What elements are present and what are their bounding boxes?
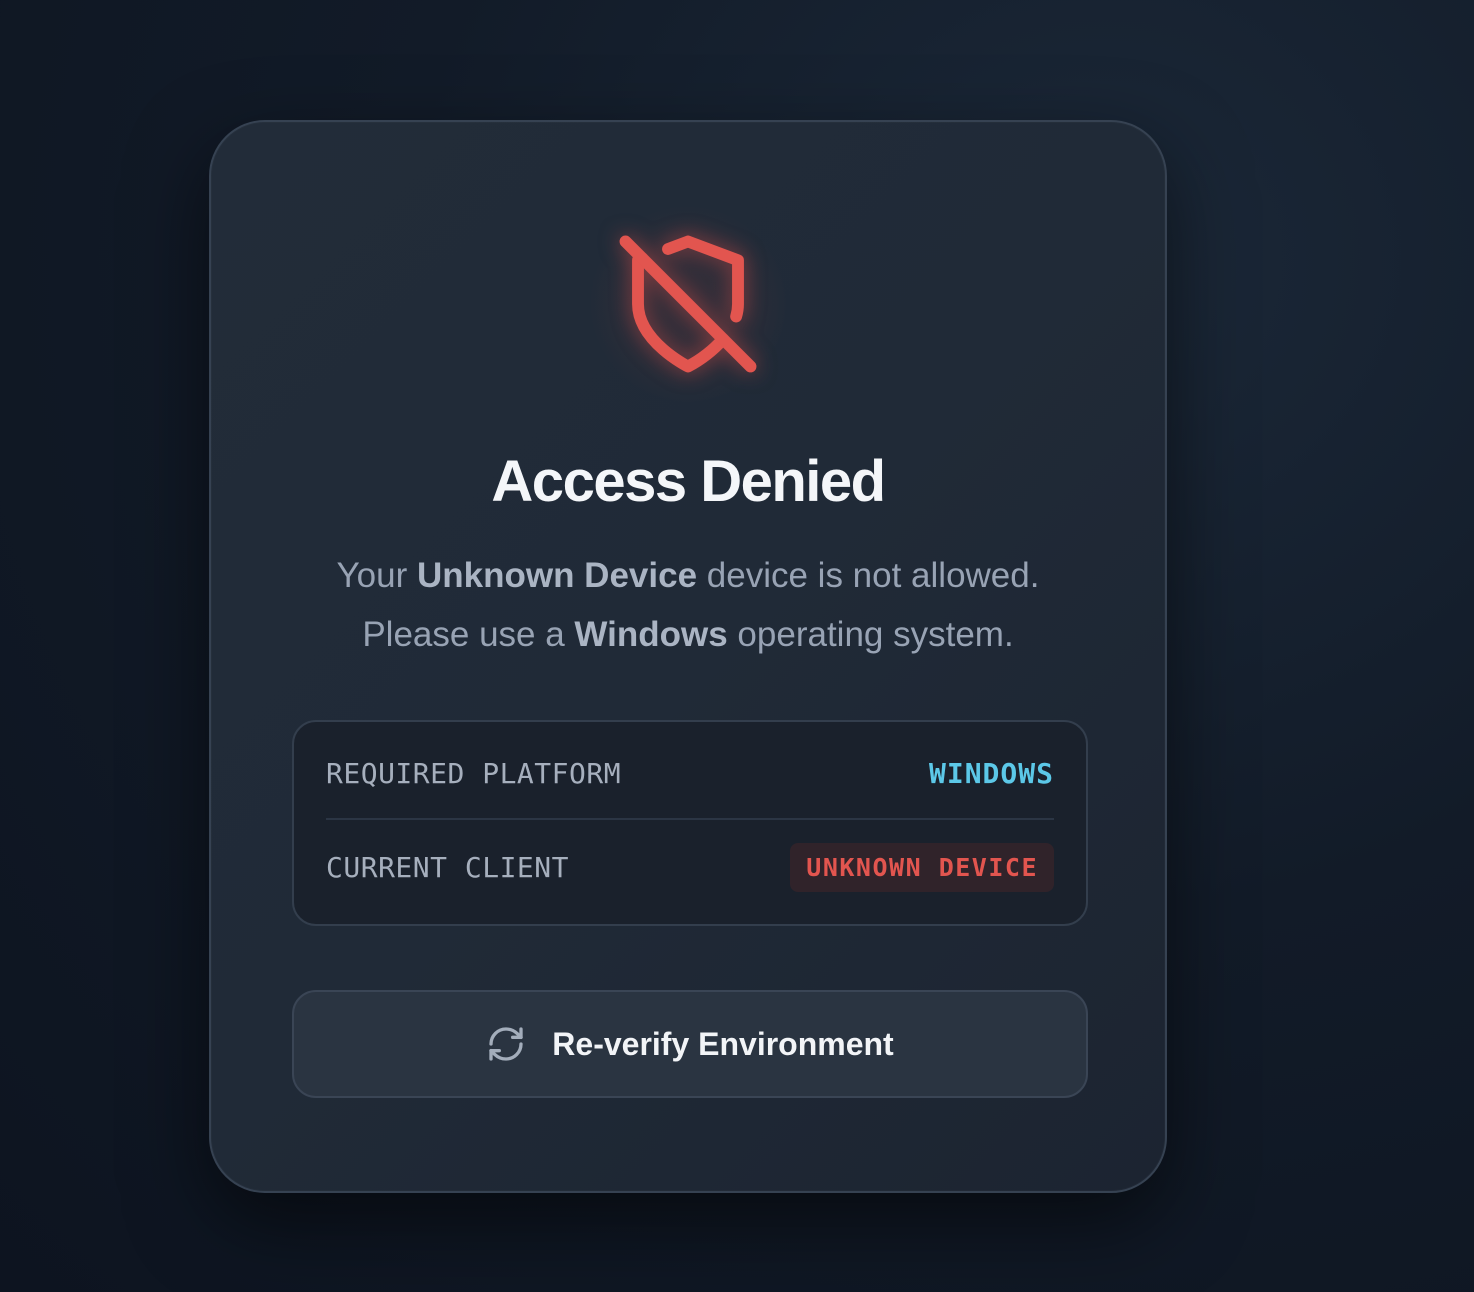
message-text: Your	[336, 556, 417, 595]
device-name-highlight: Unknown Device	[416, 556, 698, 595]
access-denied-card: Access Denied Your Unknown Device device…	[209, 120, 1167, 1193]
message-text: Please use a	[362, 615, 575, 654]
reverify-button[interactable]: Re-verify Environment	[292, 990, 1088, 1098]
message-text: device is not allowed.	[697, 556, 1040, 595]
required-platform-value: WINDOWS	[928, 756, 1054, 790]
shield-off-icon	[619, 235, 757, 373]
current-client-label: CURRENT CLIENT	[326, 850, 570, 884]
message-line-2: Please use a Windows operating system.	[211, 605, 1165, 664]
refresh-icon	[489, 1027, 523, 1061]
current-client-row: CURRENT CLIENT UNKNOWN DEVICE	[326, 842, 1054, 892]
current-client-badge: UNKNOWN DEVICE	[790, 842, 1054, 892]
platform-info-panel: REQUIRED PLATFORM WINDOWS CURRENT CLIENT…	[292, 720, 1088, 926]
required-platform-row: REQUIRED PLATFORM WINDOWS	[326, 748, 1054, 798]
page-title: Access Denied	[491, 449, 886, 514]
required-platform-label: REQUIRED PLATFORM	[326, 756, 622, 790]
reverify-button-label: Re-verify Environment	[552, 1025, 894, 1062]
message-line-1: Your Unknown Device device is not allowe…	[211, 546, 1165, 605]
denial-message: Your Unknown Device device is not allowe…	[211, 546, 1165, 664]
message-text: operating system.	[727, 615, 1014, 654]
os-name-highlight: Windows	[574, 615, 728, 654]
divider	[326, 818, 1054, 820]
shield-icon-container	[588, 204, 788, 404]
